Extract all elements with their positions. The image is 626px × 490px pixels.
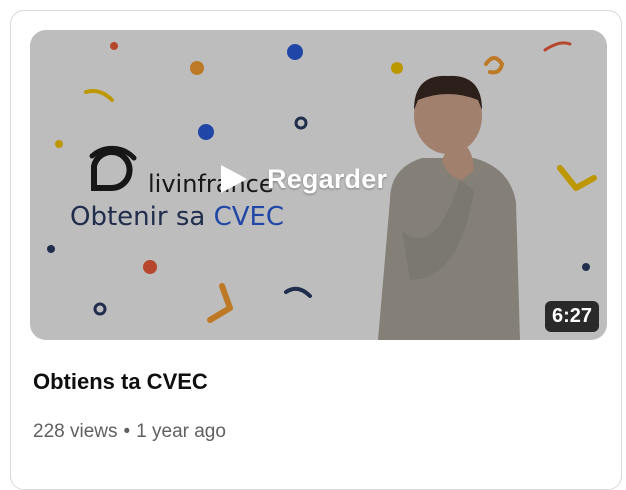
video-meta: 228 views • 1 year ago xyxy=(33,421,226,443)
video-card[interactable]: livinfrance Obtenir sa CVEC Regarder 6:2… xyxy=(10,10,622,490)
duration-badge: 6:27 xyxy=(544,301,599,332)
video-thumbnail[interactable]: livinfrance Obtenir sa CVEC Regarder 6:2… xyxy=(30,30,607,340)
watch-button[interactable]: Regarder xyxy=(219,163,387,195)
upload-age: 1 year ago xyxy=(136,421,226,442)
meta-separator: • xyxy=(123,421,131,442)
play-icon xyxy=(221,165,247,193)
watch-label: Regarder xyxy=(267,163,388,194)
video-title[interactable]: Obtiens ta CVEC xyxy=(33,369,208,395)
view-count: 228 views xyxy=(33,421,118,442)
